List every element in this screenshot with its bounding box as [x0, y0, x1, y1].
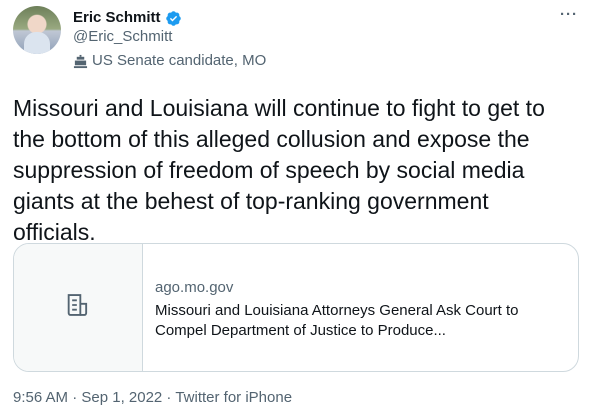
author-display-name[interactable]: Eric Schmitt [73, 8, 161, 28]
card-body: ago.mo.gov Missouri and Louisiana Attorn… [143, 244, 555, 371]
article-icon [64, 291, 92, 324]
government-building-icon [73, 54, 88, 69]
card-title: Missouri and Louisiana Attorneys General… [155, 302, 519, 339]
card-thumbnail [14, 244, 143, 371]
verified-badge-icon [165, 10, 182, 27]
more-options-button[interactable]: ··· [560, 6, 578, 23]
card-domain: ago.mo.gov [155, 279, 234, 296]
avatar[interactable] [13, 6, 61, 54]
link-card[interactable]: ago.mo.gov Missouri and Louisiana Attorn… [13, 243, 579, 372]
tweet-metadata[interactable]: 9:56 AM · Sep 1, 2022 · Twitter for iPho… [13, 388, 292, 408]
tweet-text: Missouri and Louisiana will continue to … [13, 95, 545, 245]
author-name-row: Eric Schmitt [73, 8, 182, 28]
author-handle[interactable]: @Eric_Schmitt [73, 27, 172, 47]
author-label-text: US Senate candidate, MO [92, 52, 267, 69]
author-label: US Senate candidate, MO [73, 51, 266, 71]
